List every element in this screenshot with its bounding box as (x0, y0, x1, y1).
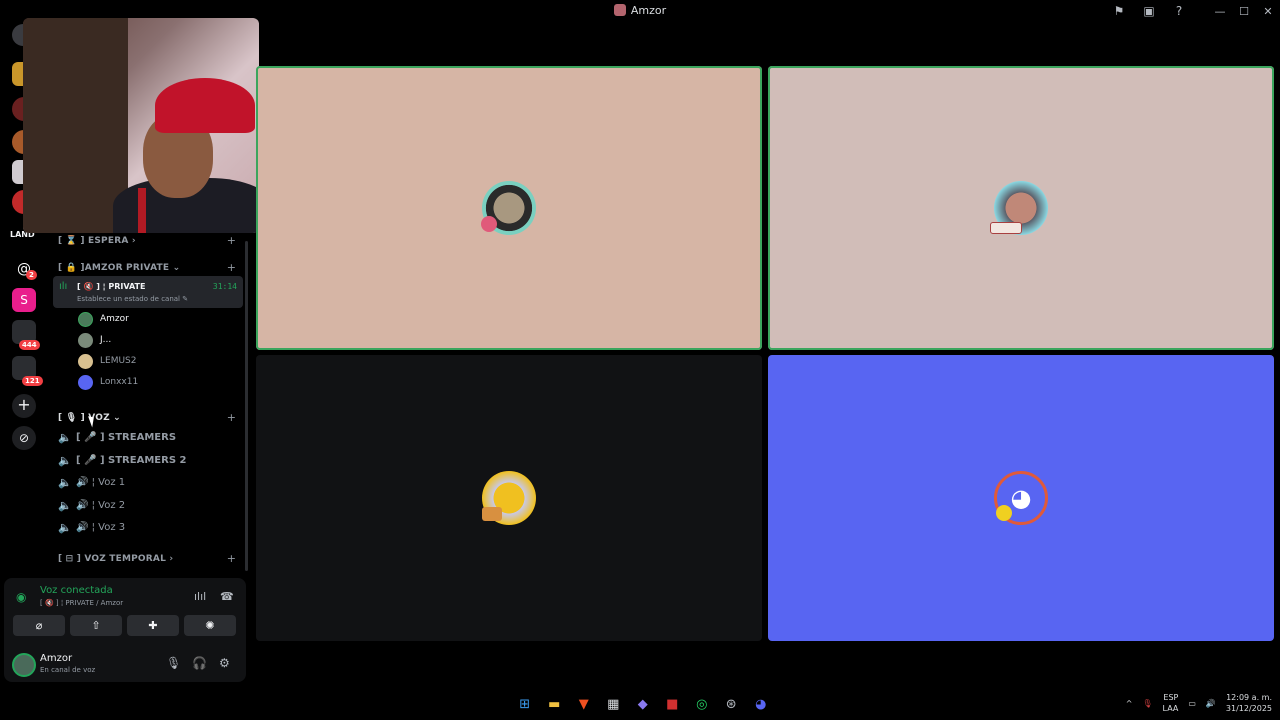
soundboard-icon: ✺ (205, 619, 215, 632)
volume-icon[interactable]: 🔊 (1206, 699, 1216, 708)
microphone-icon[interactable]: 🎙 (166, 656, 181, 670)
gamepad-icon[interactable]: ◆ (628, 693, 658, 715)
windows-start-icon[interactable]: ⊞ (510, 693, 540, 715)
webcam-overlay (23, 18, 259, 233)
category-amzor-private[interactable]: [ 🔒 ]AMZOR PRIVATE ⌄ (58, 263, 180, 273)
avatar-decoration-icon (990, 222, 1022, 234)
s-server-icon[interactable]: S (12, 288, 36, 312)
flag-icon[interactable]: ⚑ (1104, 0, 1134, 22)
avatar-decoration-icon (481, 216, 497, 232)
noise-suppression-icon[interactable]: ılıl (194, 590, 206, 603)
close-button[interactable]: ✕ (1256, 0, 1280, 22)
speaker-icon: 🔈 (58, 475, 72, 489)
participant-tile[interactable] (256, 66, 762, 350)
participant-tile[interactable]: ◕ (768, 355, 1274, 641)
voice-channel[interactable]: 🔈 🔊 ¦ Voz 1 (58, 474, 125, 490)
user-name[interactable]: Amzor (40, 653, 72, 664)
voice-member[interactable]: LEMUS2 (78, 352, 137, 370)
titlebar-controls: ⚑ ▣ ? — ☐ ✕ (1104, 0, 1280, 22)
shirt-stripe (138, 188, 146, 233)
microphone-in-use-icon[interactable]: 🎙 (1142, 699, 1152, 708)
category-espera[interactable]: [ ⌛ ] ESPERA › (58, 236, 136, 246)
channel-name: [ 🔇 ] ¦ PRIVATE (77, 282, 146, 291)
avatar (78, 311, 93, 327)
chevron-up-icon[interactable]: ^ (1126, 699, 1133, 708)
voice-member[interactable]: Lonxx11 (78, 373, 138, 391)
participant-tile[interactable] (768, 66, 1274, 350)
windows-taskbar: ⊞ ▬ ▼ ▦ ◆ ■ ◎ ⊛ ◕ ^ 🎙 ESP LAA ▭ 🔊 12:09 a… (0, 688, 1280, 720)
activities-icon: ✚ (148, 619, 158, 632)
inbox-icon[interactable]: ▣ (1134, 0, 1164, 22)
steam-icon[interactable]: ⊛ (717, 693, 747, 715)
app-icon[interactable]: ■ (658, 693, 688, 715)
settings-gear-icon[interactable]: ⚙ (219, 656, 230, 670)
add-channel-icon[interactable]: + (227, 234, 236, 247)
screen-share-button[interactable]: ⇧ (70, 615, 122, 636)
discover-icon[interactable]: ⊘ (12, 426, 36, 450)
voice-connection-panel: ◉ Voz conectada [ 🔇 ] ¦ PRIVATE / Amzor … (4, 578, 246, 682)
voice-connected-label[interactable]: Voz conectada (40, 585, 113, 596)
add-channel-icon[interactable]: + (227, 411, 236, 424)
background-door (23, 18, 128, 233)
add-channel-icon[interactable]: + (227, 261, 236, 274)
add-server-icon[interactable]: + (12, 394, 36, 418)
avatar (78, 374, 93, 390)
active-voice-channel[interactable]: ılı [ 🔇 ] ¦ PRIVATE 31:14 Establece un e… (53, 276, 243, 308)
headphones-icon[interactable]: 🎧 (192, 656, 207, 670)
user-status: En canal de voz (40, 666, 96, 674)
sidebar-scrollbar[interactable] (245, 241, 248, 571)
voice-channel[interactable]: 🔈 🔊 ¦ Voz 2 (58, 497, 125, 513)
file-explorer-icon[interactable]: ▬ (540, 693, 570, 715)
camera-off-icon: ⌀ (35, 619, 43, 632)
disconnect-icon[interactable]: ☎ (220, 590, 234, 603)
set-channel-status[interactable]: Establece un estado de canal ✎ (77, 295, 188, 303)
taskbar-apps: ⊞ ▬ ▼ ▦ ◆ ■ ◎ ⊛ ◕ (510, 693, 776, 715)
network-icon[interactable]: ▭ (1188, 699, 1196, 708)
whatsapp-icon[interactable]: ◎ (687, 693, 717, 715)
voice-channel-path[interactable]: [ 🔇 ] ¦ PRIVATE / Amzor (40, 599, 123, 607)
signal-icon[interactable]: ◉ (16, 590, 26, 604)
voice-member[interactable]: Amzor (78, 310, 129, 328)
soundboard-button[interactable]: ✺ (184, 615, 236, 636)
red-cap (155, 78, 255, 133)
avatar-decoration-icon (996, 505, 1012, 521)
window-title: Amzor (0, 4, 1280, 17)
notification-badge: 444 (19, 340, 40, 350)
system-tray: ^ 🎙 ESP LAA ▭ 🔊 12:09 a. m. 31/12/2025 (1116, 692, 1272, 714)
minimize-button[interactable]: — (1208, 0, 1232, 22)
activities-button[interactable]: ✚ (127, 615, 179, 636)
screen-share-icon: ⇧ (91, 619, 101, 632)
clock[interactable]: 12:09 a. m. 31/12/2025 (1226, 692, 1272, 714)
channel-sidebar: [ ⌛ ] ESPERA › + [ 🔒 ]AMZOR PRIVATE ⌄ + … (48, 233, 250, 578)
help-icon[interactable]: ? (1164, 0, 1194, 22)
store-icon[interactable]: ▦ (599, 693, 629, 715)
speaker-icon: 🔈 (58, 453, 72, 467)
notification-badge: 121 (22, 376, 43, 386)
avatar (78, 353, 93, 369)
maximize-button[interactable]: ☐ (1232, 0, 1256, 22)
avatar (78, 332, 93, 348)
input-language[interactable]: ESP LAA (1163, 692, 1179, 714)
avatar-decoration-icon (482, 507, 502, 521)
speaker-icon: 🔈 (58, 498, 72, 512)
notification-badge: 2 (26, 270, 37, 280)
voice-channel[interactable]: 🔈 🔊 ¦ Voz 3 (58, 519, 125, 535)
voice-member[interactable]: J... (78, 331, 111, 349)
server-avatar-icon (613, 4, 626, 16)
brave-browser-icon[interactable]: ▼ (569, 693, 599, 715)
discord-icon[interactable]: ◕ (746, 693, 776, 715)
speaker-icon: 🔈 (58, 520, 72, 534)
camera-toggle-button[interactable]: ⌀ (13, 615, 65, 636)
user-avatar[interactable] (12, 653, 36, 677)
voice-channel[interactable]: 🔈[ 🎤 ] STREAMERS (58, 429, 176, 445)
add-channel-icon[interactable]: + (227, 552, 236, 565)
voice-channel[interactable]: 🔈[ 🎤 ] STREAMERS 2 (58, 452, 186, 468)
speaker-icon: 🔈 (58, 430, 72, 444)
participant-tile[interactable] (256, 355, 762, 641)
voice-wave-icon: ılı (59, 281, 68, 292)
call-timer: 31:14 (212, 282, 237, 291)
category-voz-temporal[interactable]: [ ⊟ ] VOZ TEMPORAL › (58, 554, 173, 564)
